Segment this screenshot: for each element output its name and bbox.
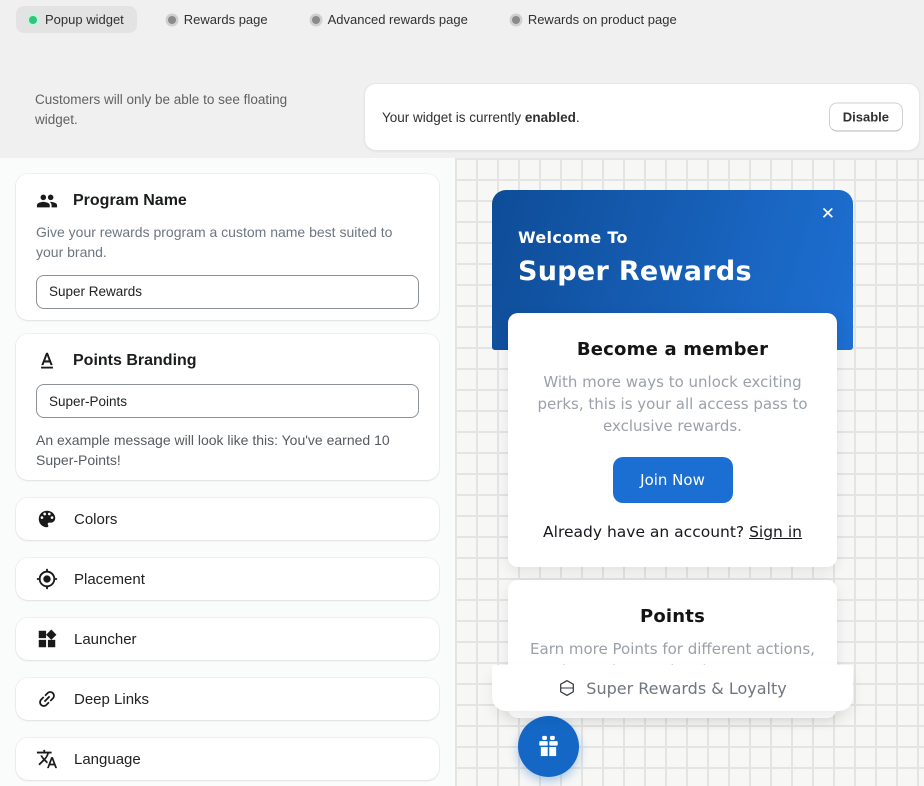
section-label: Launcher bbox=[74, 631, 137, 648]
tab-label: Rewards on product page bbox=[528, 12, 677, 27]
tab-rewards-page[interactable]: Rewards page bbox=[155, 6, 281, 33]
section-label: Deep Links bbox=[74, 691, 149, 708]
popup-footer-label: Super Rewards & Loyalty bbox=[586, 679, 786, 698]
settings-panel: Program Name Give your rewards program a… bbox=[0, 158, 455, 786]
inactive-dot-icon bbox=[312, 16, 320, 24]
member-card-body: With more ways to unlock exciting perks,… bbox=[526, 372, 819, 437]
view-tabs: Popup widget Rewards page Advanced rewar… bbox=[16, 6, 690, 33]
program-name-description: Give your rewards program a custom name … bbox=[36, 222, 419, 263]
inactive-dot-icon bbox=[512, 16, 520, 24]
points-card-title: Points bbox=[526, 606, 819, 627]
inactive-dot-icon bbox=[168, 16, 176, 24]
tab-label: Popup widget bbox=[45, 12, 124, 27]
group-icon bbox=[36, 190, 58, 212]
palette-icon bbox=[36, 508, 58, 530]
main-content: Program Name Give your rewards program a… bbox=[0, 158, 924, 786]
popup-footer: Super Rewards & Loyalty bbox=[492, 665, 853, 711]
tab-popup-widget[interactable]: Popup widget bbox=[16, 6, 137, 33]
account-line: Already have an account? Sign in bbox=[526, 523, 819, 541]
text-format-icon bbox=[36, 350, 58, 372]
points-branding-input[interactable] bbox=[36, 384, 419, 418]
close-icon[interactable]: ✕ bbox=[821, 206, 835, 223]
disable-button[interactable]: Disable bbox=[829, 103, 903, 132]
widget-status-banner: Your widget is currently enabled. Disabl… bbox=[364, 83, 920, 151]
active-dot-icon bbox=[29, 16, 37, 24]
translate-icon bbox=[36, 748, 58, 770]
tab-label: Advanced rewards page bbox=[328, 12, 468, 27]
section-row-deep-links[interactable]: Deep Links bbox=[16, 678, 439, 720]
placement-target-icon bbox=[36, 568, 58, 590]
member-card-title: Become a member bbox=[526, 339, 819, 360]
widget-preview-area: Welcome To Super Rewards ✕ Become a memb… bbox=[455, 158, 924, 786]
tab-rewards-on-product-page[interactable]: Rewards on product page bbox=[499, 6, 690, 33]
section-label: Language bbox=[74, 751, 141, 768]
become-member-card: Become a member With more ways to unlock… bbox=[508, 313, 837, 567]
points-branding-title: Points Branding bbox=[73, 352, 197, 370]
widgets-icon bbox=[36, 628, 58, 650]
section-row-language[interactable]: Language bbox=[16, 738, 439, 780]
brand-hexagon-icon bbox=[558, 679, 576, 697]
points-branding-card: Points Branding An example message will … bbox=[16, 334, 439, 480]
program-name-title: Program Name bbox=[73, 192, 187, 210]
widget-status-text: Your widget is currently enabled. bbox=[382, 110, 580, 125]
welcome-label: Welcome To bbox=[518, 228, 628, 247]
tab-label: Rewards page bbox=[184, 12, 268, 27]
program-name-input[interactable] bbox=[36, 275, 419, 309]
section-row-placement[interactable]: Placement bbox=[16, 558, 439, 600]
program-name-card: Program Name Give your rewards program a… bbox=[16, 174, 439, 320]
floating-widget-note: Customers will only be able to see float… bbox=[35, 90, 310, 131]
section-row-launcher[interactable]: Launcher bbox=[16, 618, 439, 660]
launcher-button[interactable] bbox=[518, 716, 579, 777]
link-icon bbox=[36, 688, 58, 710]
popup-cards: Become a member With more ways to unlock… bbox=[508, 313, 837, 718]
popup-program-name: Super Rewards bbox=[518, 256, 752, 287]
section-label: Placement bbox=[74, 571, 145, 588]
section-row-colors[interactable]: Colors bbox=[16, 498, 439, 540]
gift-icon bbox=[535, 733, 562, 760]
section-label: Colors bbox=[74, 511, 117, 528]
join-now-button[interactable]: Join Now bbox=[613, 457, 733, 503]
points-branding-example: An example message will look like this: … bbox=[36, 430, 419, 471]
sign-in-link[interactable]: Sign in bbox=[749, 523, 802, 541]
tab-advanced-rewards-page[interactable]: Advanced rewards page bbox=[299, 6, 481, 33]
